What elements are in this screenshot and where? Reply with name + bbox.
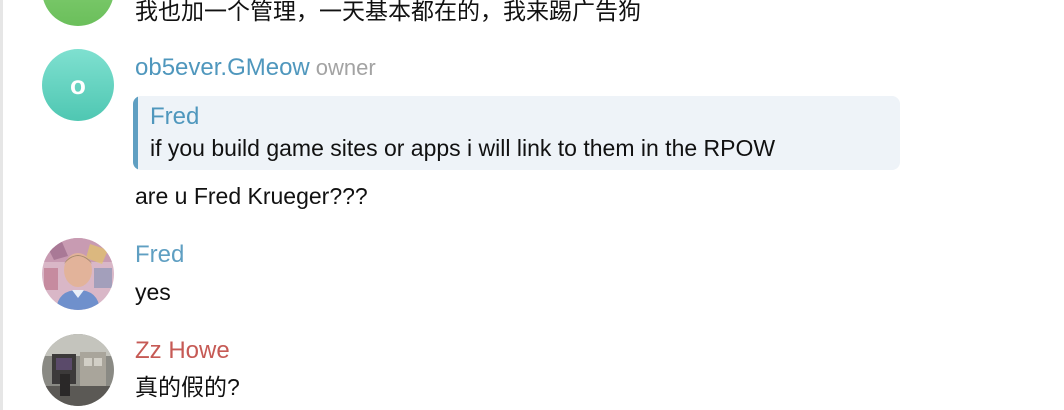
avatar-ob5ever[interactable]: o bbox=[42, 49, 114, 121]
sender-name-fred[interactable]: Fred bbox=[135, 241, 184, 269]
avatar-letter: o bbox=[70, 69, 86, 100]
reply-quote-text: if you build game sites or apps i will l… bbox=[150, 135, 776, 161]
fred-photo-icon bbox=[42, 238, 114, 310]
sender-name: ob5ever.GMeow bbox=[135, 54, 310, 81]
reply-quote-sender: Fred bbox=[150, 103, 200, 130]
zz-howe-photo-icon bbox=[42, 334, 114, 406]
sender-role: owner bbox=[315, 55, 376, 80]
reply-quote[interactable]: Fred if you build game sites or apps i w… bbox=[133, 96, 900, 170]
message-text-ob5ever: are u Fred Krueger??? bbox=[135, 183, 368, 209]
reply-quote-bar bbox=[133, 96, 138, 170]
message-text-fred: yes bbox=[135, 279, 171, 305]
sender-name-zz-howe[interactable]: Zz Howe bbox=[135, 337, 230, 365]
message-text-partial: 我也加一个管理，一天基本都在的，我来踢广告狗 bbox=[135, 0, 641, 24]
message-text-zz-howe: 真的假的? bbox=[135, 374, 240, 400]
chat-message-list: 我也加一个管理，一天基本都在的，我来踢广告狗 o ob5ever.GMeow ow… bbox=[0, 0, 1064, 410]
avatar-zz-howe[interactable] bbox=[42, 334, 114, 406]
avatar-fred[interactable] bbox=[42, 238, 114, 310]
avatar-partial-user[interactable] bbox=[42, 0, 114, 26]
sender-name-ob5ever[interactable]: ob5ever.GMeow owner bbox=[135, 54, 376, 82]
